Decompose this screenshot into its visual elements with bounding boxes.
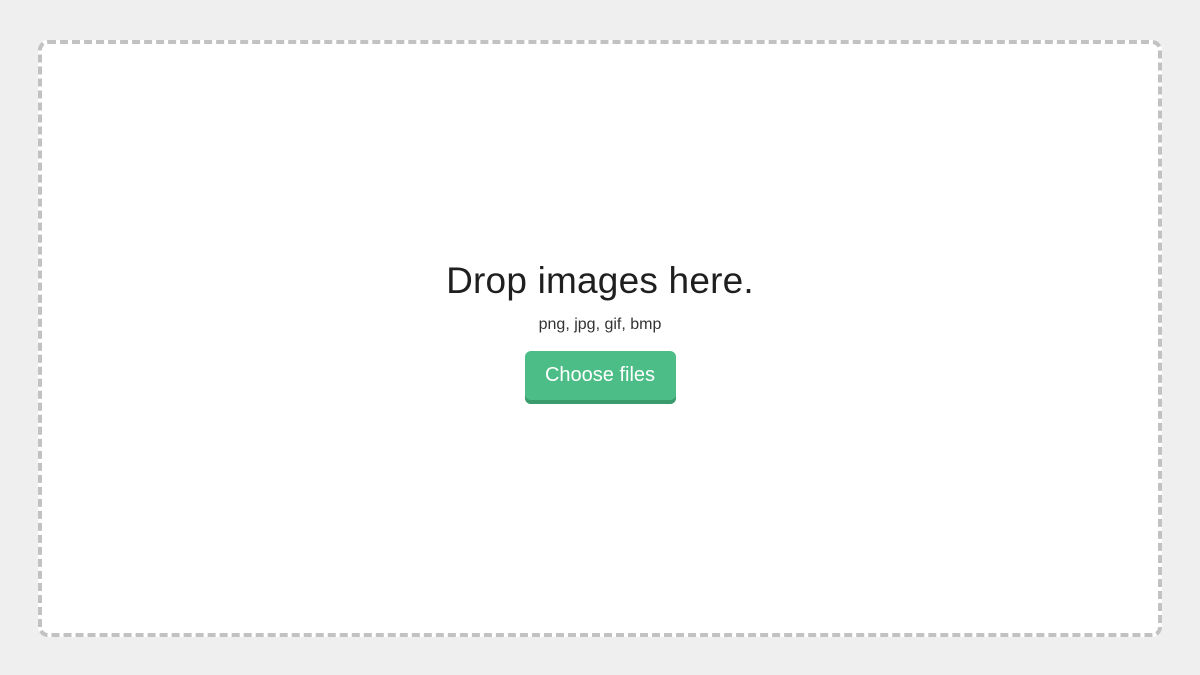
drop-zone-content: Drop images here. png, jpg, gif, bmp Cho… (42, 259, 1158, 404)
image-drop-zone[interactable]: Drop images here. png, jpg, gif, bmp Cho… (38, 40, 1162, 637)
drop-zone-title: Drop images here. (446, 260, 754, 301)
accepted-formats-text: png, jpg, gif, bmp (538, 316, 662, 333)
choose-files-button[interactable]: Choose files (524, 351, 676, 404)
